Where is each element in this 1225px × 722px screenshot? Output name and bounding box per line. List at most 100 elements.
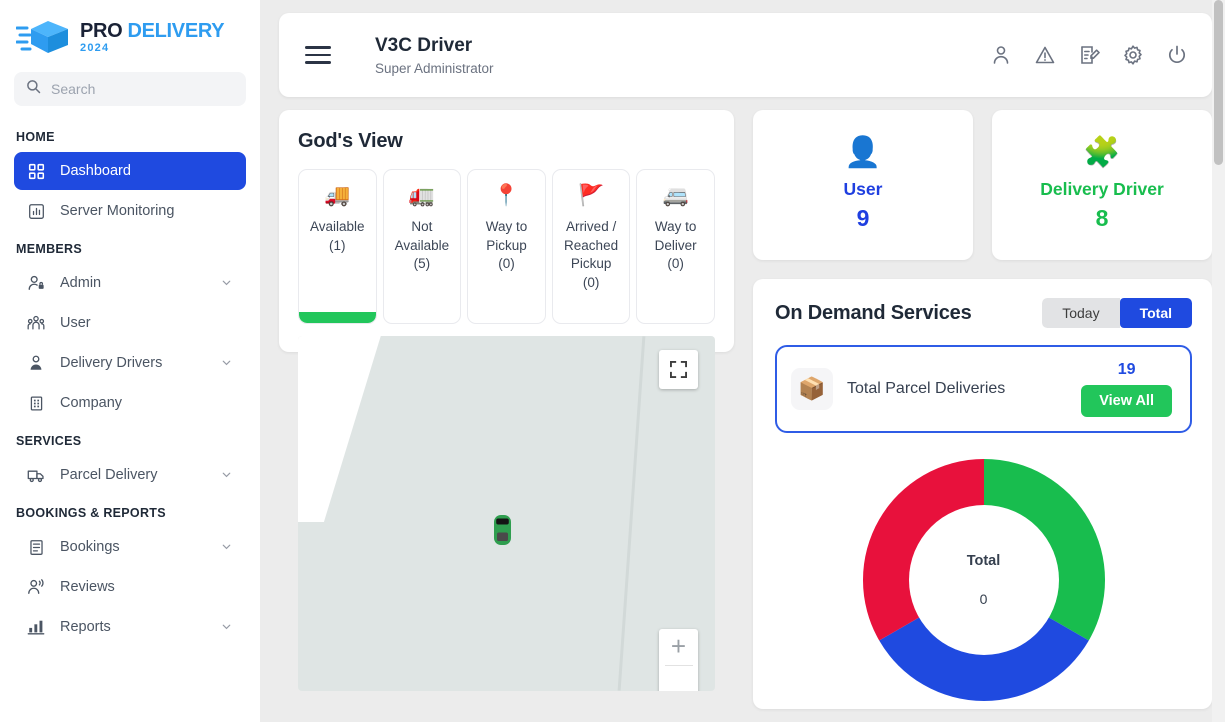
- on-demand-header: On Demand Services Today Total: [775, 298, 1192, 328]
- brand-name-primary: PRO: [80, 21, 122, 41]
- sidebar-item-label: Dashboard: [60, 163, 234, 179]
- user-avatar-icon: 👤: [844, 138, 881, 168]
- gods-view-card: God's View 🚚 Available(1) 🚛: [279, 110, 734, 352]
- status-tile-available[interactable]: 🚚 Available(1): [298, 169, 377, 324]
- sidebar-item-admin[interactable]: Admin: [14, 264, 246, 302]
- fullscreen-icon[interactable]: [659, 350, 698, 389]
- sidebar-item-company[interactable]: Company: [14, 384, 246, 422]
- user-person-icon: [26, 353, 46, 373]
- sidebar-section-bookings-reports: BOOKINGS & REPORTS: [0, 496, 260, 526]
- service-name: Total Parcel Deliveries: [847, 377, 1005, 401]
- hamburger-menu-icon[interactable]: [305, 46, 331, 64]
- toggle-option-total[interactable]: Total: [1120, 298, 1192, 328]
- view-all-button[interactable]: View All: [1081, 385, 1172, 417]
- topbar-titles: V3C Driver Super Administrator: [375, 34, 494, 76]
- red-truck-icon: 🚚: [324, 182, 350, 208]
- sidebar-item-bookings[interactable]: Bookings: [14, 528, 246, 566]
- bar-chart-icon: [26, 617, 46, 637]
- sidebar-item-label: Server Monitoring: [60, 203, 234, 219]
- page-title: V3C Driver: [375, 34, 494, 58]
- parcel-package-icon: 📦: [791, 368, 833, 410]
- sidebar-item-dashboard[interactable]: Dashboard: [14, 152, 246, 190]
- stat-value: 8: [1096, 205, 1109, 232]
- edit-note-icon[interactable]: [1078, 44, 1100, 66]
- warning-alert-icon[interactable]: [1034, 44, 1056, 66]
- right-column: 👤 User 9 🧩 Delivery Driver 8 On Demand S…: [753, 110, 1212, 709]
- sidebar-item-label: Reviews: [60, 579, 234, 595]
- sidebar-item-label: Delivery Drivers: [60, 355, 206, 371]
- live-map[interactable]: +: [298, 336, 715, 691]
- arrived-pin-icon: 🚩: [578, 182, 604, 208]
- brand-logo[interactable]: PRO DELIVERY 2024: [0, 0, 260, 66]
- sidebar-item-reviews[interactable]: Reviews: [14, 568, 246, 606]
- page-subtitle: Super Administrator: [375, 61, 494, 76]
- power-logout-icon[interactable]: [1166, 44, 1188, 66]
- brand-name-secondary: DELIVERY: [127, 21, 224, 41]
- on-demand-services-card: On Demand Services Today Total 📦 Total P…: [753, 279, 1212, 709]
- map-zoom-out-button[interactable]: [659, 665, 698, 691]
- status-tile-arrived-reached-pickup[interactable]: 🚩 Arrived / Reached Pickup(0): [552, 169, 631, 324]
- deliveries-donut-chart: Total 0: [775, 455, 1192, 705]
- chevron-down-icon: [220, 620, 234, 634]
- donut-graphic[interactable]: Total 0: [859, 455, 1109, 705]
- building-icon: [26, 393, 46, 413]
- search-box[interactable]: [14, 72, 246, 106]
- sidebar-item-reports[interactable]: Reports: [14, 608, 246, 646]
- pickup-pin-icon: 📍: [493, 182, 519, 208]
- main-content: V3C Driver Super Administrator: [260, 0, 1225, 722]
- status-tile-accent-bar: [299, 312, 376, 323]
- toggle-option-today[interactable]: Today: [1042, 298, 1119, 328]
- loaded-truck-icon: 🚛: [409, 182, 435, 208]
- map-road-line: [618, 336, 646, 690]
- dashboard-content: God's View 🚚 Available(1) 🚛: [279, 110, 1212, 709]
- sidebar-item-user[interactable]: User: [14, 304, 246, 342]
- page-scrollbar[interactable]: [1212, 0, 1225, 722]
- sidebar-item-label: Admin: [60, 275, 206, 291]
- profile-icon[interactable]: [990, 44, 1012, 66]
- app-root: PRO DELIVERY 2024 HOME Da: [0, 0, 1225, 722]
- chevron-down-icon: [220, 276, 234, 290]
- period-toggle: Today Total: [1042, 298, 1192, 328]
- status-tile-label: Way to Pickup(0): [472, 218, 541, 274]
- map-zoom-in-button[interactable]: +: [659, 629, 698, 665]
- on-demand-title: On Demand Services: [775, 302, 972, 325]
- topbar-icons: [990, 44, 1188, 66]
- sidebar-section-services: SERVICES: [0, 424, 260, 454]
- stat-value: 9: [857, 205, 870, 232]
- document-list-icon: [26, 537, 46, 557]
- grid-dashboard-icon: [26, 161, 46, 181]
- status-tile-label: Arrived / Reached Pickup(0): [557, 218, 626, 293]
- settings-gear-icon[interactable]: [1122, 44, 1144, 66]
- green-car-marker-icon[interactable]: [493, 514, 512, 546]
- service-row-total-parcel-deliveries[interactable]: 📦 Total Parcel Deliveries 19 View All: [775, 345, 1192, 433]
- status-tile-label: Way to Deliver(0): [641, 218, 710, 274]
- sidebar-section-members: MEMBERS: [0, 232, 260, 262]
- status-tile-way-to-pickup[interactable]: 📍 Way to Pickup(0): [467, 169, 546, 324]
- driver-status-tiles: 🚚 Available(1) 🚛 Not Available(5): [298, 169, 715, 324]
- topbar: V3C Driver Super Administrator: [279, 13, 1212, 97]
- sidebar-item-parcel-delivery[interactable]: Parcel Delivery: [14, 456, 246, 494]
- summary-stats-row: 👤 User 9 🧩 Delivery Driver 8: [753, 110, 1212, 260]
- status-tile-label: Not Available(5): [388, 218, 457, 274]
- sidebar-section-home: HOME: [0, 120, 260, 150]
- sidebar-item-label: Company: [60, 395, 234, 411]
- scrollbar-thumb[interactable]: [1214, 0, 1223, 165]
- sidebar-item-server-monitoring[interactable]: Server Monitoring: [14, 192, 246, 230]
- delivery-truck-icon: [26, 465, 46, 485]
- deliver-truck-icon: 🚐: [663, 182, 689, 208]
- sidebar-item-label: Bookings: [60, 539, 206, 555]
- chevron-down-icon: [220, 468, 234, 482]
- status-tile-not-available[interactable]: 🚛 Not Available(5): [383, 169, 462, 324]
- sidebar-item-delivery-drivers[interactable]: Delivery Drivers: [14, 344, 246, 382]
- status-tile-way-to-deliver[interactable]: 🚐 Way to Deliver(0): [636, 169, 715, 324]
- sidebar: PRO DELIVERY 2024 HOME Da: [0, 0, 260, 722]
- stat-card-delivery-driver[interactable]: 🧩 Delivery Driver 8: [992, 110, 1212, 260]
- stat-card-user[interactable]: 👤 User 9: [753, 110, 973, 260]
- delivery-box-icon: [16, 18, 72, 56]
- sidebar-item-label: Parcel Delivery: [60, 467, 206, 483]
- map-zoom-controls[interactable]: +: [659, 629, 698, 691]
- search-input[interactable]: [51, 81, 234, 97]
- users-group-icon: [26, 313, 46, 333]
- user-lock-icon: [26, 273, 46, 293]
- user-voice-icon: [26, 577, 46, 597]
